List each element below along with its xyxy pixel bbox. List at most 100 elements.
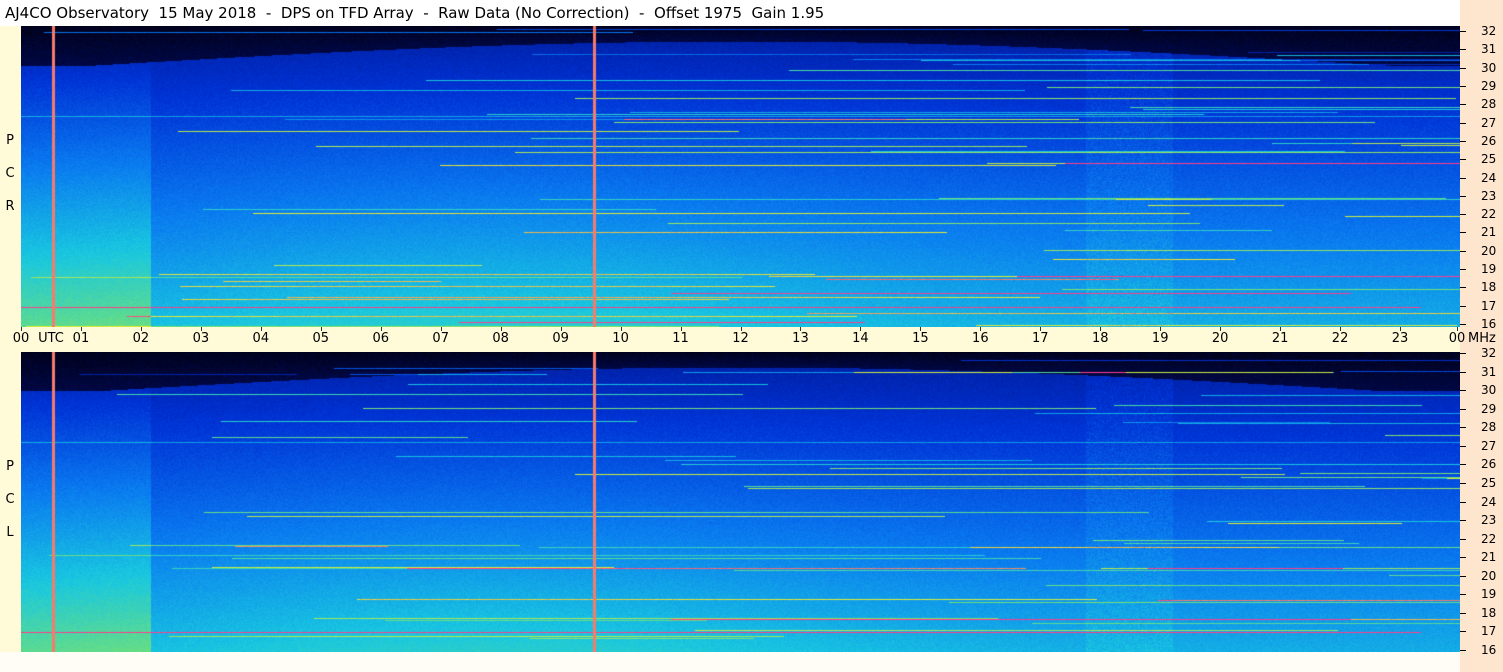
time-axis-tick xyxy=(1100,327,1101,331)
time-axis-label: 19 xyxy=(1151,331,1169,346)
time-axis-tick xyxy=(261,327,262,331)
time-axis-tick xyxy=(1220,327,1221,331)
frequency-tick xyxy=(1460,159,1466,160)
frequency-label: 31 xyxy=(1481,364,1497,379)
frequency-tick xyxy=(1460,251,1466,252)
time-axis-utc-label: UTC xyxy=(38,331,64,346)
frequency-tick xyxy=(1460,576,1466,577)
frequency-label: 21 xyxy=(1481,550,1497,565)
frequency-label: 30 xyxy=(1481,383,1497,398)
frequency-label: 28 xyxy=(1481,97,1497,112)
frequency-label: 17 xyxy=(1481,624,1497,639)
frequency-label: 22 xyxy=(1481,207,1497,222)
time-axis-label: 09 xyxy=(552,331,569,346)
frequency-tick xyxy=(1460,86,1466,87)
time-axis-tick xyxy=(741,327,742,331)
time-axis-label: 15 xyxy=(912,331,929,346)
frequency-label: 20 xyxy=(1481,568,1497,583)
time-axis-label: 03 xyxy=(192,331,210,346)
frequency-tick xyxy=(1460,104,1466,105)
time-axis-tick xyxy=(141,327,142,331)
frequency-tick xyxy=(1460,372,1466,373)
frequency-tick xyxy=(1460,141,1466,142)
spectrogram-lcp xyxy=(21,352,1460,652)
time-axis-tick xyxy=(980,327,981,331)
frequency-tick xyxy=(1460,613,1466,614)
frequency-label: 32 xyxy=(1481,24,1497,38)
time-axis-label: 12 xyxy=(732,331,749,346)
frequency-label: 27 xyxy=(1481,438,1497,453)
spectrogram-rcp-canvas xyxy=(21,26,1460,327)
frequency-label: 29 xyxy=(1481,401,1497,416)
frequency-tick xyxy=(1460,31,1466,32)
time-axis-label: 10 xyxy=(612,331,629,346)
frequency-label: 20 xyxy=(1481,243,1497,258)
time-axis-tick xyxy=(621,327,622,331)
time-axis-label: 04 xyxy=(252,331,270,346)
time-axis-tick xyxy=(561,327,562,331)
frequency-label: 25 xyxy=(1481,475,1497,490)
time-axis-tick xyxy=(501,327,502,331)
lcp-letter-l: L xyxy=(6,525,14,540)
frequency-label: 30 xyxy=(1481,60,1497,75)
time-axis-tick xyxy=(1400,327,1401,331)
frequency-tick xyxy=(1460,409,1466,410)
lcp-letter-p: P xyxy=(6,459,14,474)
frequency-tick xyxy=(1460,594,1466,595)
frequency-tick xyxy=(1460,269,1466,270)
time-axis-label: 17 xyxy=(1032,331,1049,346)
frequency-label: 25 xyxy=(1481,152,1497,167)
rcp-letter-p: R xyxy=(5,199,15,214)
frequency-tick xyxy=(1460,464,1466,465)
mhz-unit-label: MHz xyxy=(1468,331,1496,346)
frequency-label: 26 xyxy=(1481,457,1497,472)
time-axis-tick xyxy=(381,327,382,331)
frequency-tick xyxy=(1460,68,1466,69)
time-axis xyxy=(0,327,1460,352)
frequency-label: 32 xyxy=(1481,346,1497,360)
frequency-tick xyxy=(1460,483,1466,484)
frequency-tick xyxy=(1460,557,1466,558)
time-axis-tick xyxy=(1457,327,1458,331)
time-axis-label: 06 xyxy=(372,331,390,346)
time-axis-tick xyxy=(321,327,322,331)
time-axis-label: 18 xyxy=(1091,331,1109,346)
bottom-margin xyxy=(0,652,1460,672)
time-axis-label: 22 xyxy=(1331,331,1349,346)
frequency-label: 24 xyxy=(1481,494,1497,509)
time-axis-tick xyxy=(1340,327,1341,331)
time-axis-label: 14 xyxy=(852,331,869,346)
time-axis-label: 01 xyxy=(72,331,90,346)
time-axis-tick xyxy=(201,327,202,331)
time-axis-tick xyxy=(441,327,442,331)
spectrogram-lcp-canvas xyxy=(21,352,1460,652)
frequency-tick xyxy=(1460,232,1466,233)
lcp-label: P C L xyxy=(2,450,18,549)
frequency-tick xyxy=(1460,287,1466,288)
frequency-tick xyxy=(1460,446,1466,447)
frequency-tick xyxy=(1460,631,1466,632)
frequency-tick xyxy=(1460,427,1466,428)
time-axis-tick xyxy=(21,327,22,331)
time-axis-label: 11 xyxy=(672,331,689,346)
frequency-tick xyxy=(1460,178,1466,179)
frequency-tick xyxy=(1460,502,1466,503)
time-axis-label: 05 xyxy=(312,331,330,346)
time-axis-label: 08 xyxy=(492,331,509,346)
time-axis-label: 20 xyxy=(1211,331,1229,346)
time-axis-label: 07 xyxy=(432,331,449,346)
frequency-tick xyxy=(1460,353,1466,354)
frequency-label: 24 xyxy=(1481,170,1497,185)
time-axis-tick xyxy=(681,327,682,331)
frequency-tick xyxy=(1460,196,1466,197)
frequency-tick xyxy=(1460,123,1466,124)
frequency-label: 18 xyxy=(1481,605,1497,620)
rcp-letter-c: C xyxy=(5,166,15,181)
window-title: AJ4CO Observatory 15 May 2018 - DPS on T… xyxy=(0,0,1460,26)
frequency-tick xyxy=(1460,214,1466,215)
frequency-tick xyxy=(1460,306,1466,307)
rcp-label: P C R xyxy=(2,124,18,223)
frequency-tick xyxy=(1460,539,1466,540)
time-axis-label: 02 xyxy=(132,331,150,346)
time-axis-tick xyxy=(81,327,82,331)
